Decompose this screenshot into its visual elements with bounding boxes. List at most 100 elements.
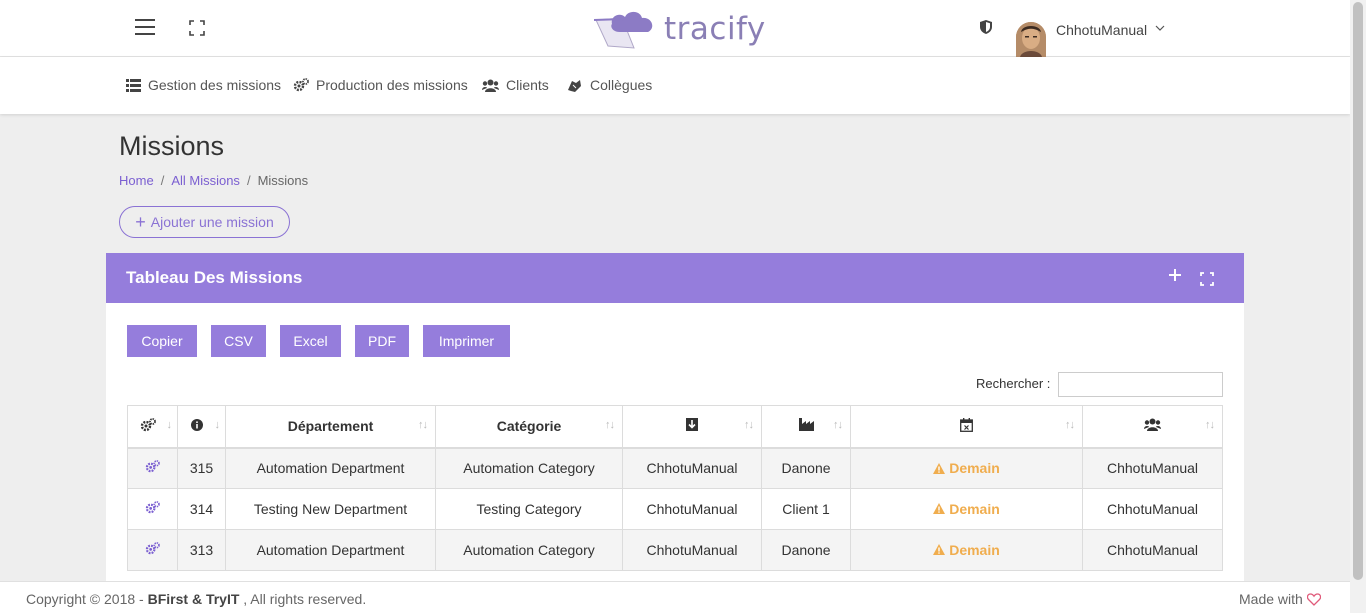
card-title: Tableau Des Missions — [126, 268, 303, 287]
scrollbar-thumb[interactable] — [1353, 2, 1363, 580]
cogs-icon[interactable] — [145, 542, 160, 555]
page-scrollbar[interactable] — [1350, 0, 1366, 613]
nav-item-label: Production des missions — [316, 77, 468, 93]
breadcrumb-home[interactable]: Home — [119, 173, 154, 188]
avatar[interactable] — [1016, 22, 1046, 57]
breadcrumb: Home / All Missions / Missions — [119, 173, 308, 188]
table-row[interactable]: 313 Automation Department Automation Cat… — [127, 529, 1223, 571]
sort-icon: ↑↓ — [1065, 419, 1075, 431]
cell-department: Automation Department — [225, 447, 436, 489]
calendar-times-icon — [960, 417, 973, 432]
nav-item-label: Gestion des missions — [148, 77, 282, 93]
search-input[interactable] — [1058, 372, 1223, 397]
column-header-owner[interactable]: ↑↓ — [622, 405, 762, 448]
info-icon — [190, 419, 203, 432]
warning-icon — [933, 462, 946, 474]
top-bar: tracify ChhotuManual — [0, 0, 1350, 57]
cell-owner: ChhotuManual — [622, 447, 762, 489]
download-icon — [686, 418, 698, 432]
cell-department: Automation Department — [225, 529, 436, 571]
due-label: Demain — [949, 541, 1000, 558]
due-badge: Demain — [933, 460, 1000, 476]
cell-category: Automation Category — [435, 529, 623, 571]
sort-icon: ↑↓ — [605, 419, 615, 431]
footer: Copyright © 2018 - BFirst & TryIT , All … — [0, 581, 1350, 613]
sort-icon: ↑↓ — [418, 419, 428, 431]
column-header-id[interactable]: ↓ — [177, 405, 226, 448]
logo-cloud-icon — [594, 11, 653, 49]
logo-text: tracify — [664, 11, 766, 47]
pdf-button[interactable]: PDF — [355, 325, 409, 357]
breadcrumb-separator: / — [246, 173, 251, 188]
cell-due: Demain — [850, 447, 1083, 489]
due-label: Demain — [949, 460, 1000, 476]
copyright: Copyright © 2018 - BFirst & TryIT , All … — [26, 591, 366, 607]
user-name[interactable]: ChhotuManual — [1056, 22, 1147, 38]
cogs-icon[interactable] — [145, 501, 160, 514]
csv-button[interactable]: CSV — [211, 325, 266, 357]
cell-assignee: ChhotuManual — [1082, 488, 1223, 530]
copyright-prefix: Copyright © 2018 - — [26, 591, 148, 607]
nav-item-label: Clients — [506, 77, 549, 93]
menu-toggle-icon[interactable] — [135, 19, 155, 35]
cell-due: Demain — [850, 488, 1083, 530]
breadcrumb-all-missions[interactable]: All Missions — [171, 173, 240, 188]
sort-icon: ↓ — [166, 419, 172, 431]
column-header-assignee[interactable]: ↑↓ — [1082, 405, 1223, 448]
copy-button[interactable]: Copier — [127, 325, 197, 357]
cell-owner: ChhotuManual — [622, 488, 762, 530]
copyright-suffix: , All rights reserved. — [239, 591, 367, 607]
cell-category: Automation Category — [435, 447, 623, 489]
cogs-icon[interactable] — [145, 460, 160, 473]
search-label: Rechercher : — [976, 376, 1051, 391]
column-header-label: Département — [287, 418, 374, 435]
cell-owner: ChhotuManual — [622, 529, 762, 571]
nav-item-label: Collègues — [590, 77, 653, 93]
add-mission-button[interactable]: + Ajouter une mission — [119, 206, 290, 238]
column-header-categorie[interactable]: Catégorie ↑↓ — [435, 405, 623, 448]
add-mission-label: Ajouter une mission — [150, 214, 274, 230]
sort-icon: ↓ — [214, 419, 220, 431]
cell-department: Testing New Department — [225, 488, 436, 530]
column-header-actions[interactable]: ↓ — [127, 405, 178, 448]
shield-icon[interactable] — [980, 20, 992, 34]
row-actions-cell[interactable] — [127, 447, 178, 489]
user-photo-icon — [1016, 22, 1046, 57]
plus-icon: + — [135, 212, 146, 232]
row-actions-cell[interactable] — [127, 488, 178, 530]
row-actions-cell[interactable] — [127, 529, 178, 571]
fullscreen-icon[interactable] — [189, 20, 205, 36]
logo[interactable]: tracify — [594, 8, 766, 50]
column-header-departement[interactable]: Département ↑↓ — [225, 405, 436, 448]
table-header-row: ↓ ↓ Département ↑↓ Catégorie ↑↓ ↑↓ ↑↓ ↑↓… — [127, 405, 1223, 448]
column-header-label: Catégorie — [496, 418, 562, 435]
sort-icon: ↑↓ — [833, 419, 843, 431]
cogs-icon — [140, 417, 156, 431]
cell-client: Client 1 — [761, 488, 851, 530]
column-header-client[interactable]: ↑↓ — [761, 405, 851, 448]
due-badge: Demain — [933, 542, 1000, 558]
nav-item-gestion-missions[interactable]: Gestion des missions — [126, 77, 281, 93]
handshake-icon — [568, 79, 581, 92]
warning-icon — [933, 503, 946, 515]
breadcrumb-current: Missions — [257, 173, 309, 188]
heart-icon — [1306, 592, 1321, 606]
industry-icon — [798, 418, 814, 432]
excel-button[interactable]: Excel — [280, 325, 341, 357]
breadcrumb-separator: / — [160, 173, 165, 188]
cell-client: Danone — [761, 447, 851, 489]
card-header: Tableau Des Missions — [106, 253, 1244, 303]
table-row[interactable]: 315 Automation Department Automation Cat… — [127, 447, 1223, 489]
cell-client: Danone — [761, 529, 851, 571]
fullscreen-icon[interactable] — [1200, 272, 1214, 286]
cell-assignee: ChhotuManual — [1082, 447, 1223, 489]
print-button[interactable]: Imprimer — [423, 325, 510, 357]
nav-item-collegues[interactable]: Collègues — [566, 77, 652, 93]
cell-id: 315 — [177, 447, 226, 489]
plus-icon[interactable] — [1168, 268, 1182, 282]
nav-item-production-missions[interactable]: Production des missions — [293, 77, 468, 93]
column-header-due-date[interactable]: ↑↓ — [850, 405, 1083, 448]
chevron-down-icon[interactable] — [1155, 24, 1165, 32]
nav-item-clients[interactable]: Clients — [482, 77, 549, 93]
table-row[interactable]: 314 Testing New Department Testing Categ… — [127, 488, 1223, 530]
